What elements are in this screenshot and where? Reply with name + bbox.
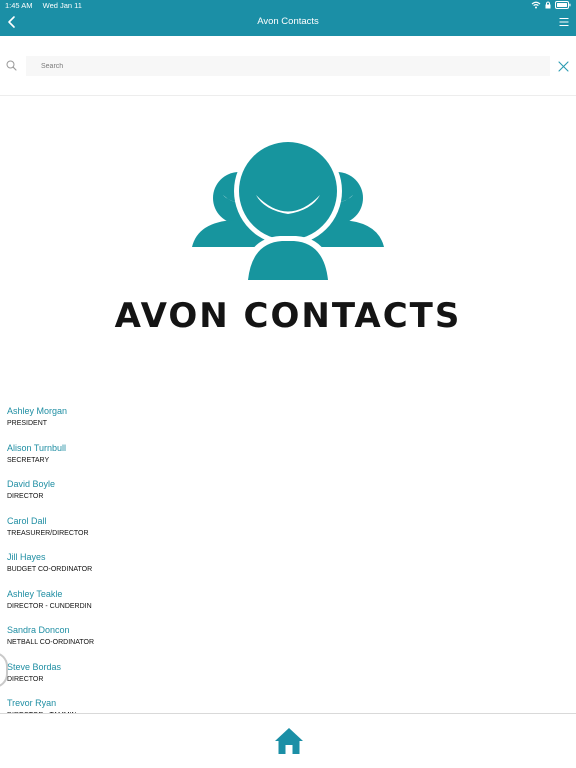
contact-name[interactable]: Sandra Doncon [7,624,567,636]
contact-name[interactable]: Alison Turnbull [7,442,567,454]
battery-icon [555,1,571,9]
contact-name[interactable]: Ashley Teakle [7,588,567,600]
wifi-icon [531,1,541,9]
hamburger-menu-icon[interactable] [558,16,570,28]
list-item[interactable]: Jill Hayes BUDGET CO-ORDINATOR [7,551,567,588]
list-item[interactable]: Ashley Morgan PRESIDENT [7,405,567,442]
status-time: 1:45 AM [5,1,33,10]
search-input[interactable] [26,56,550,76]
contact-role: BUDGET CO-ORDINATOR [7,566,93,573]
status-bar-left: 1:45 AM Wed Jan 11 [5,1,90,10]
close-icon[interactable] [558,61,569,72]
list-item[interactable]: Sandra Doncon NETBALL CO-ORDINATOR [7,624,567,661]
contact-list: Ashley Morgan PRESIDENT Alison Turnbull … [7,405,567,715]
contact-name[interactable]: Steve Bordas [7,661,567,673]
list-item[interactable]: Alison Turnbull SECRETARY [7,442,567,479]
contact-name[interactable]: David Boyle [7,478,567,490]
contact-role: PRESIDENT [7,420,48,427]
list-item[interactable]: Carol Dall TREASURER/DIRECTOR [7,515,567,552]
status-bar-right [531,1,571,9]
hero-banner: AVON CONTACTS [110,140,466,340]
contact-role: TREASURER/DIRECTOR [7,529,89,537]
contact-role: DIRECTOR [7,675,44,683]
list-item[interactable]: David Boyle DIRECTOR [7,478,567,515]
contact-role: NETBALL CO-ORDINATOR [7,639,94,646]
status-date: Wed Jan 11 [42,1,82,10]
contact-role: DIRECTOR [7,493,44,500]
hero-title: AVON CONTACTS [114,296,462,336]
contact-name[interactable]: Carol Dall [7,515,567,527]
home-icon[interactable] [274,726,304,756]
bottom-tab-bar [0,713,576,768]
list-item[interactable]: Steve Bordas DIRECTOR [7,661,567,698]
group-of-people-icon [192,140,384,280]
contact-name[interactable]: Trevor Ryan [7,697,567,709]
list-item[interactable]: Ashley Teakle DIRECTOR - CUNDERDIN [7,588,567,625]
contact-role: SECRETARY [7,456,50,464]
page-title: Avon Contacts [257,16,319,27]
navigation-bar: 1:45 AM Wed Jan 11 Avon Contacts [0,0,576,36]
search-icon [6,60,17,71]
search-bar [0,36,576,96]
lock-rotation-icon [545,1,551,9]
app-screen: 1:45 AM Wed Jan 11 Avon Contacts Search … [0,0,576,768]
contact-name[interactable]: Jill Hayes [7,551,567,563]
contact-role: DIRECTOR - CUNDERDIN [7,602,92,610]
contact-name[interactable]: Ashley Morgan [7,405,567,417]
